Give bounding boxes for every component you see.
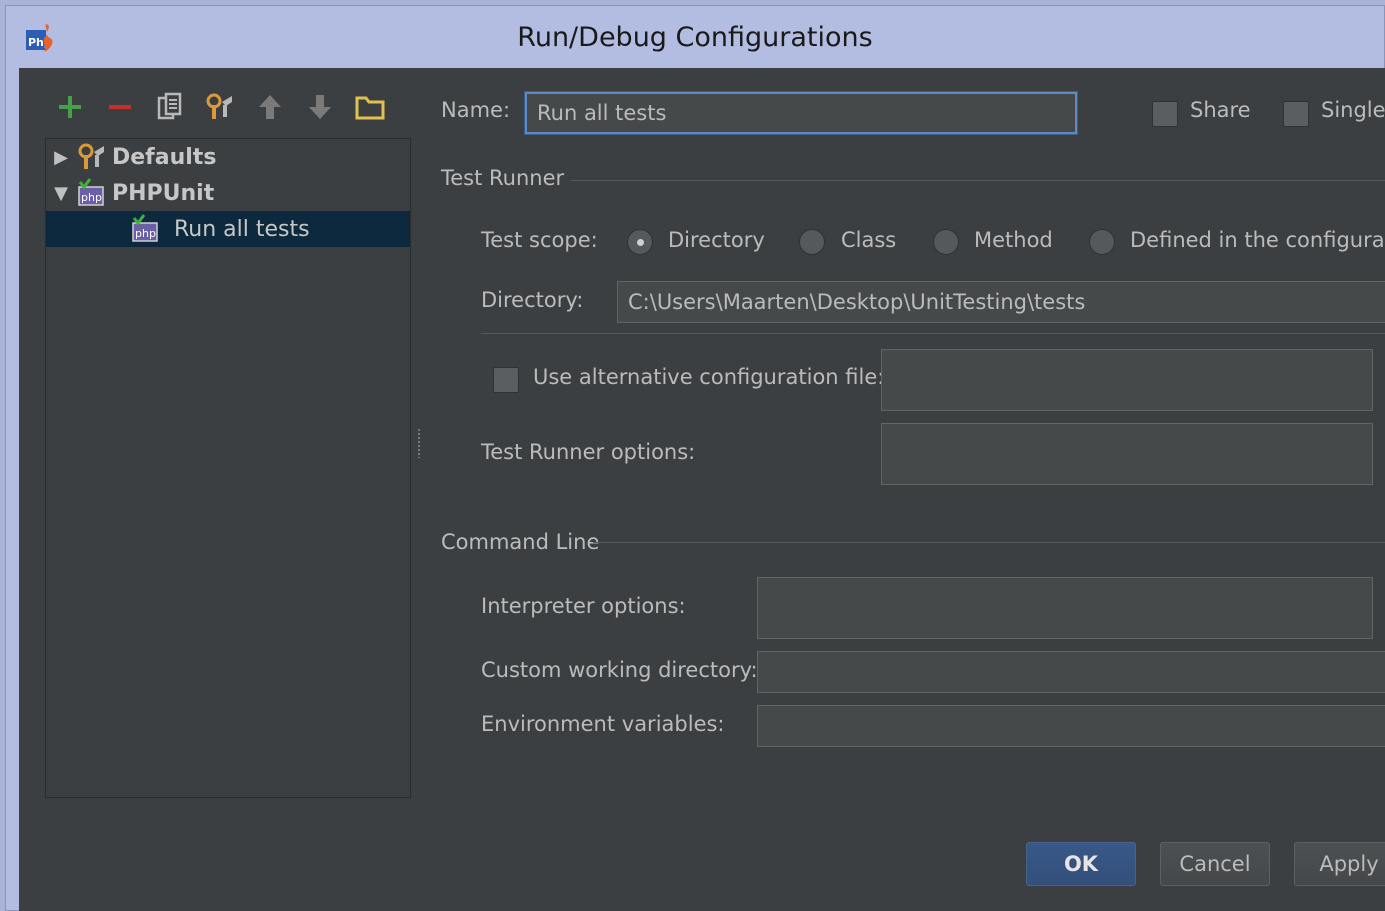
scope-method-label: Method — [974, 228, 1053, 252]
test-runner-divider — [571, 180, 1385, 181]
scope-directory-radio[interactable] — [627, 229, 653, 255]
interpreter-options-label: Interpreter options: — [481, 594, 686, 618]
arrow-up-icon — [259, 95, 281, 119]
single-instance-label: Single — [1321, 98, 1385, 122]
add-config-button[interactable] — [53, 90, 87, 124]
minus-icon — [109, 105, 131, 109]
command-line-divider — [593, 542, 1385, 543]
tree-item-label: Defaults — [112, 144, 217, 170]
scope-config-label: Defined in the configuratio — [1130, 228, 1385, 252]
create-folder-button[interactable] — [353, 90, 387, 124]
runner-options-input[interactable] — [881, 423, 1373, 485]
name-label-text: Name: — [441, 98, 511, 122]
move-up-button[interactable] — [253, 90, 287, 124]
test-scope-label: Test scope: — [481, 228, 598, 252]
plus-icon — [59, 96, 81, 118]
cancel-button[interactable]: Cancel — [1160, 842, 1270, 886]
scope-method-radio[interactable] — [933, 229, 959, 255]
php-icon: php — [132, 214, 158, 242]
collapse-arrow-icon[interactable]: ▼ — [46, 183, 76, 204]
move-down-button[interactable] — [303, 90, 337, 124]
tree-item-label: Run all tests — [174, 216, 310, 242]
title-bar: Php Run/Debug Configurations — [6, 6, 1384, 68]
alt-config-label: Use alternative configuration file: — [533, 365, 885, 389]
tree-item-phpunit[interactable]: ▼ php PHPUnit — [46, 175, 410, 211]
apply-button[interactable]: Apply — [1294, 842, 1385, 886]
share-checkbox[interactable] — [1152, 101, 1178, 127]
working-dir-label: Custom working directory: — [481, 658, 758, 682]
command-line-header: Command Line — [441, 530, 600, 554]
env-vars-label: Environment variables: — [481, 712, 725, 736]
remove-config-button[interactable] — [103, 90, 137, 124]
runner-options-label: Test Runner options: — [481, 440, 696, 464]
run-debug-dialog: Php Run/Debug Configurations ▶ Defaults … — [5, 5, 1385, 911]
tree-item-label: PHPUnit — [112, 180, 215, 206]
wrench-icon — [78, 143, 104, 169]
expand-arrow-icon[interactable]: ▶ — [46, 147, 76, 168]
window-title: Run/Debug Configurations — [517, 22, 873, 53]
ok-button[interactable]: OK — [1026, 842, 1136, 886]
folder-icon — [355, 96, 385, 120]
tree-item-defaults[interactable]: ▶ Defaults — [46, 139, 410, 175]
php-icon: php — [78, 178, 104, 206]
arrow-down-icon — [309, 95, 331, 119]
scope-config-radio[interactable] — [1089, 229, 1115, 255]
svg-text:php: php — [135, 227, 156, 240]
working-dir-input[interactable] — [757, 651, 1385, 693]
share-label: Share — [1190, 98, 1251, 122]
scope-class-label: Class — [841, 228, 897, 252]
env-vars-input[interactable] — [757, 705, 1385, 747]
alt-config-input[interactable] — [881, 349, 1373, 411]
interpreter-options-input[interactable] — [757, 577, 1373, 639]
edit-defaults-button[interactable] — [203, 90, 237, 124]
directory-input[interactable]: C:\Users\Maarten\Desktop\UnitTesting\tes… — [617, 281, 1385, 323]
dialog-content: ▶ Defaults ▼ php PHPUnit php Run all tes… — [19, 68, 1385, 911]
config-tree: ▶ Defaults ▼ php PHPUnit php Run all tes… — [45, 138, 411, 798]
scope-directory-label: Directory — [668, 228, 765, 252]
directory-label: Directory: — [481, 288, 584, 312]
splitter-handle[interactable] — [417, 428, 421, 458]
directory-divider — [481, 333, 1385, 334]
single-instance-checkbox[interactable] — [1283, 101, 1309, 127]
copy-config-button[interactable] — [153, 90, 187, 124]
test-runner-header: Test Runner — [441, 166, 565, 190]
tree-item-run-all-tests[interactable]: php Run all tests — [46, 211, 410, 247]
wrench-icon — [206, 93, 232, 119]
alt-config-checkbox[interactable] — [493, 367, 519, 393]
svg-text:php: php — [81, 191, 102, 204]
scope-class-radio[interactable] — [799, 229, 825, 255]
copy-icon — [157, 92, 182, 120]
name-input[interactable]: Run all tests — [525, 92, 1077, 134]
name-label: Name: — [441, 98, 510, 122]
